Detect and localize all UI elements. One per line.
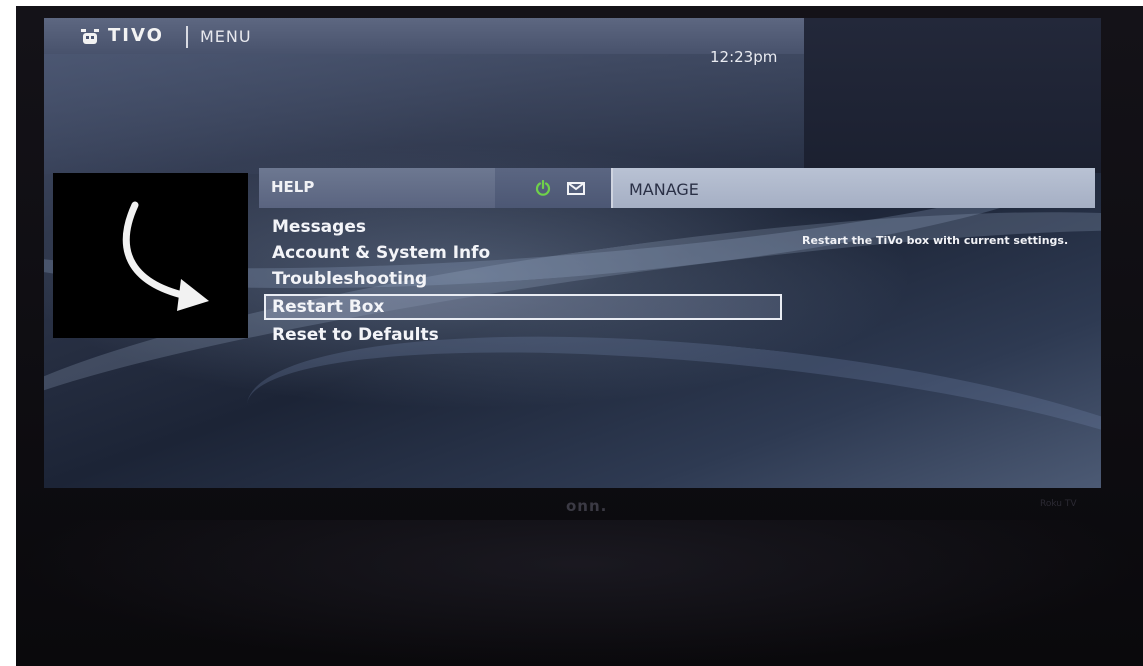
curved-arrow-icon — [122, 201, 209, 311]
tv-screen: TIVO MENU 12:23pm HELP MANAGE Messages A… — [44, 18, 1101, 488]
tv-brand-right: Roku TV — [1040, 499, 1077, 509]
tab-help-label: HELP — [271, 178, 315, 196]
header-bar: TIVO MENU — [44, 18, 804, 54]
menu-item-restart-box[interactable]: Restart Box — [264, 294, 782, 320]
tivo-mascot-icon — [81, 29, 99, 44]
preview-thumbnail — [53, 173, 248, 338]
page-margin-left — [0, 0, 16, 666]
menu-item-reset-to-defaults[interactable]: Reset to Defaults — [270, 322, 790, 348]
tab-help[interactable]: HELP — [259, 168, 495, 208]
mail-icon — [567, 182, 585, 195]
background-panel — [804, 18, 1101, 173]
tv-brand-logo: onn. — [566, 497, 608, 515]
clock: 12:23pm — [710, 48, 778, 66]
power-icon — [535, 180, 551, 196]
menu-item-troubleshooting[interactable]: Troubleshooting — [270, 266, 790, 292]
header-divider — [186, 26, 188, 48]
header-backdrop — [44, 54, 804, 174]
tab-manage[interactable]: MANAGE — [611, 168, 1095, 208]
tab-divider — [611, 168, 613, 208]
status-icons-tab — [495, 168, 611, 208]
menu-item-account-system-info[interactable]: Account & System Info — [270, 240, 790, 266]
tv-stand-area — [16, 520, 1143, 666]
item-description: Restart the TiVo box with current settin… — [802, 234, 1069, 247]
help-menu-list: Messages Account & System Info Troublesh… — [264, 214, 790, 348]
page-title: MENU — [200, 27, 252, 46]
menu-item-messages[interactable]: Messages — [270, 214, 790, 240]
tab-manage-label: MANAGE — [629, 180, 699, 199]
tivo-logo: TIVO — [108, 25, 164, 46]
